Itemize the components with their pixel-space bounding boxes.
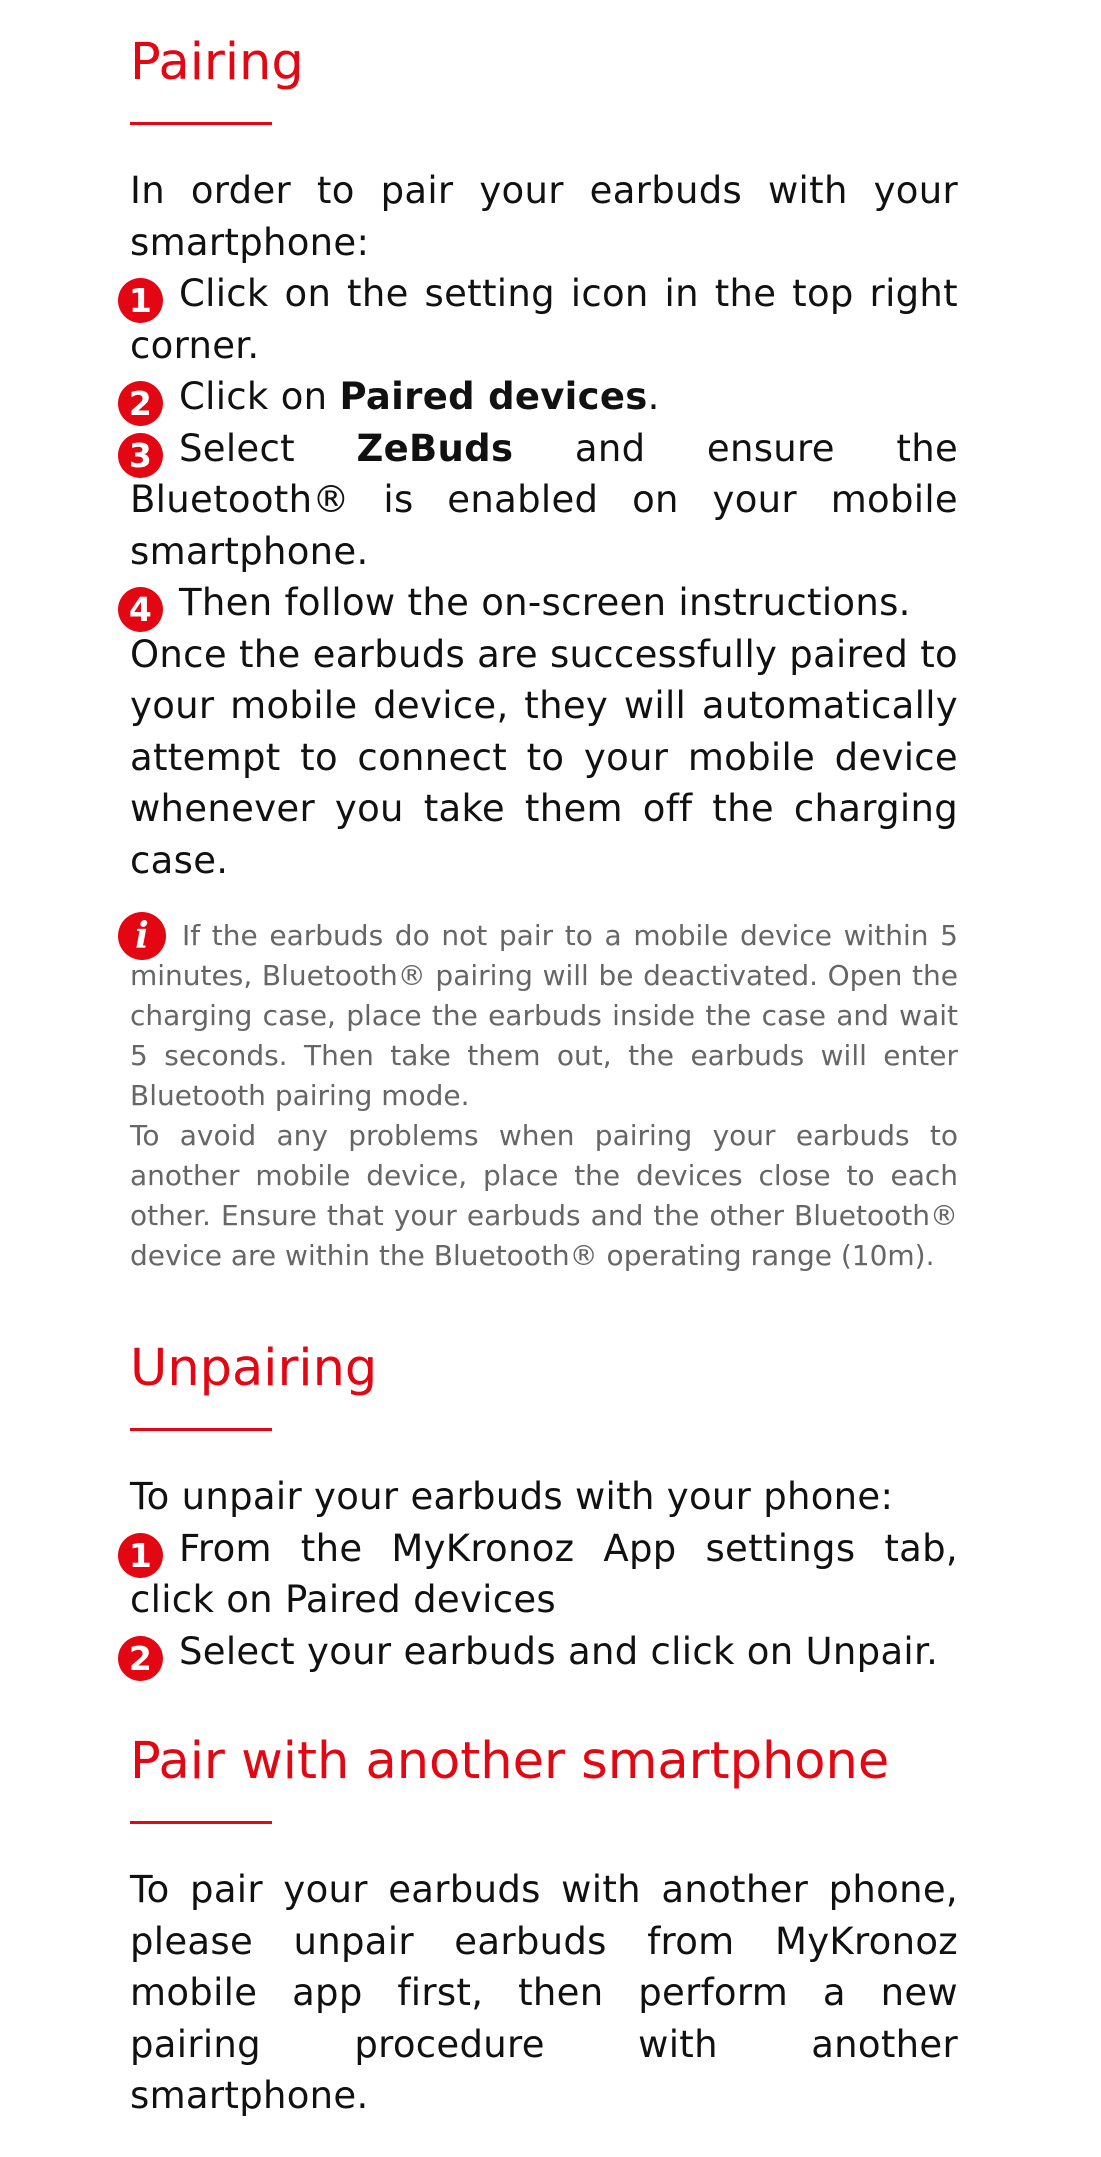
unpairing-title: Unpairing — [130, 1339, 378, 1398]
pairing-after-text: Once the earbuds are successfully paired… — [130, 632, 958, 882]
manual-page: Pairing In order to pair your earbuds wi… — [118, 30, 958, 2122]
another-smartphone-section: Pair with another smartphone To pair you… — [130, 1729, 958, 2122]
info-note: i If the earbuds do not pair to a mobile… — [118, 912, 958, 1276]
step-number-4: 4 — [118, 587, 163, 632]
note-text-2: To avoid any problems when pairing your … — [130, 1119, 958, 1272]
step-text: Select — [179, 426, 357, 470]
step-number-3: 3 — [118, 432, 163, 478]
pairing-step-2: 2 Click on Paired devices. — [118, 371, 958, 426]
pairing-intro: In order to pair your earbuds with your … — [130, 169, 958, 264]
paired-devices-label: Paired devices — [339, 375, 648, 418]
step-text-end: . — [647, 375, 660, 418]
step-text: From the MyKronoz App settings tab, clic… — [130, 1526, 958, 1622]
step-number-1: 1 — [118, 1532, 163, 1578]
unpairing-step-2: 2 Select your earbuds and click on Unpair… — [118, 1626, 958, 1681]
step-text: Select your earbuds and click on Unpair. — [179, 1629, 939, 1673]
note-text-1: If the earbuds do not pair to a mobile d… — [130, 919, 958, 1112]
pairing-section: Pairing In order to pair your earbuds wi… — [118, 30, 958, 1276]
another-smartphone-text: To pair your earbuds with another phone,… — [130, 1868, 958, 2117]
step-text: Then follow the on-screen instructions. — [179, 581, 911, 624]
step-number-2: 2 — [118, 381, 163, 426]
pairing-step-4: 4 Then follow the on-screen instructions. — [118, 577, 958, 632]
pairing-title: Pairing — [130, 33, 304, 92]
unpairing-intro: To unpair your earbuds with your phone: — [130, 1475, 894, 1518]
pairing-step-3: 3 Select ZeBuds and ensure the Bluetooth®… — [118, 423, 958, 578]
pairing-step-1: 1 Click on the setting icon in the top ri… — [118, 268, 958, 371]
info-icon: i — [118, 912, 166, 960]
step-number-1: 1 — [118, 278, 163, 323]
title-underline — [130, 1821, 272, 1824]
step-text: Click on — [179, 375, 340, 418]
title-underline — [130, 122, 272, 125]
zebuds-label: ZeBuds — [356, 426, 514, 470]
step-text: Click on the setting icon in the top rig… — [130, 272, 958, 367]
title-underline — [130, 1428, 272, 1431]
unpairing-step-1: 1 From the MyKronoz App settings tab, cli… — [118, 1523, 958, 1626]
unpairing-section: Unpairing To unpair your earbuds with yo… — [118, 1336, 958, 1681]
another-smartphone-title: Pair with another smartphone — [130, 1732, 890, 1791]
step-number-2: 2 — [118, 1635, 163, 1681]
